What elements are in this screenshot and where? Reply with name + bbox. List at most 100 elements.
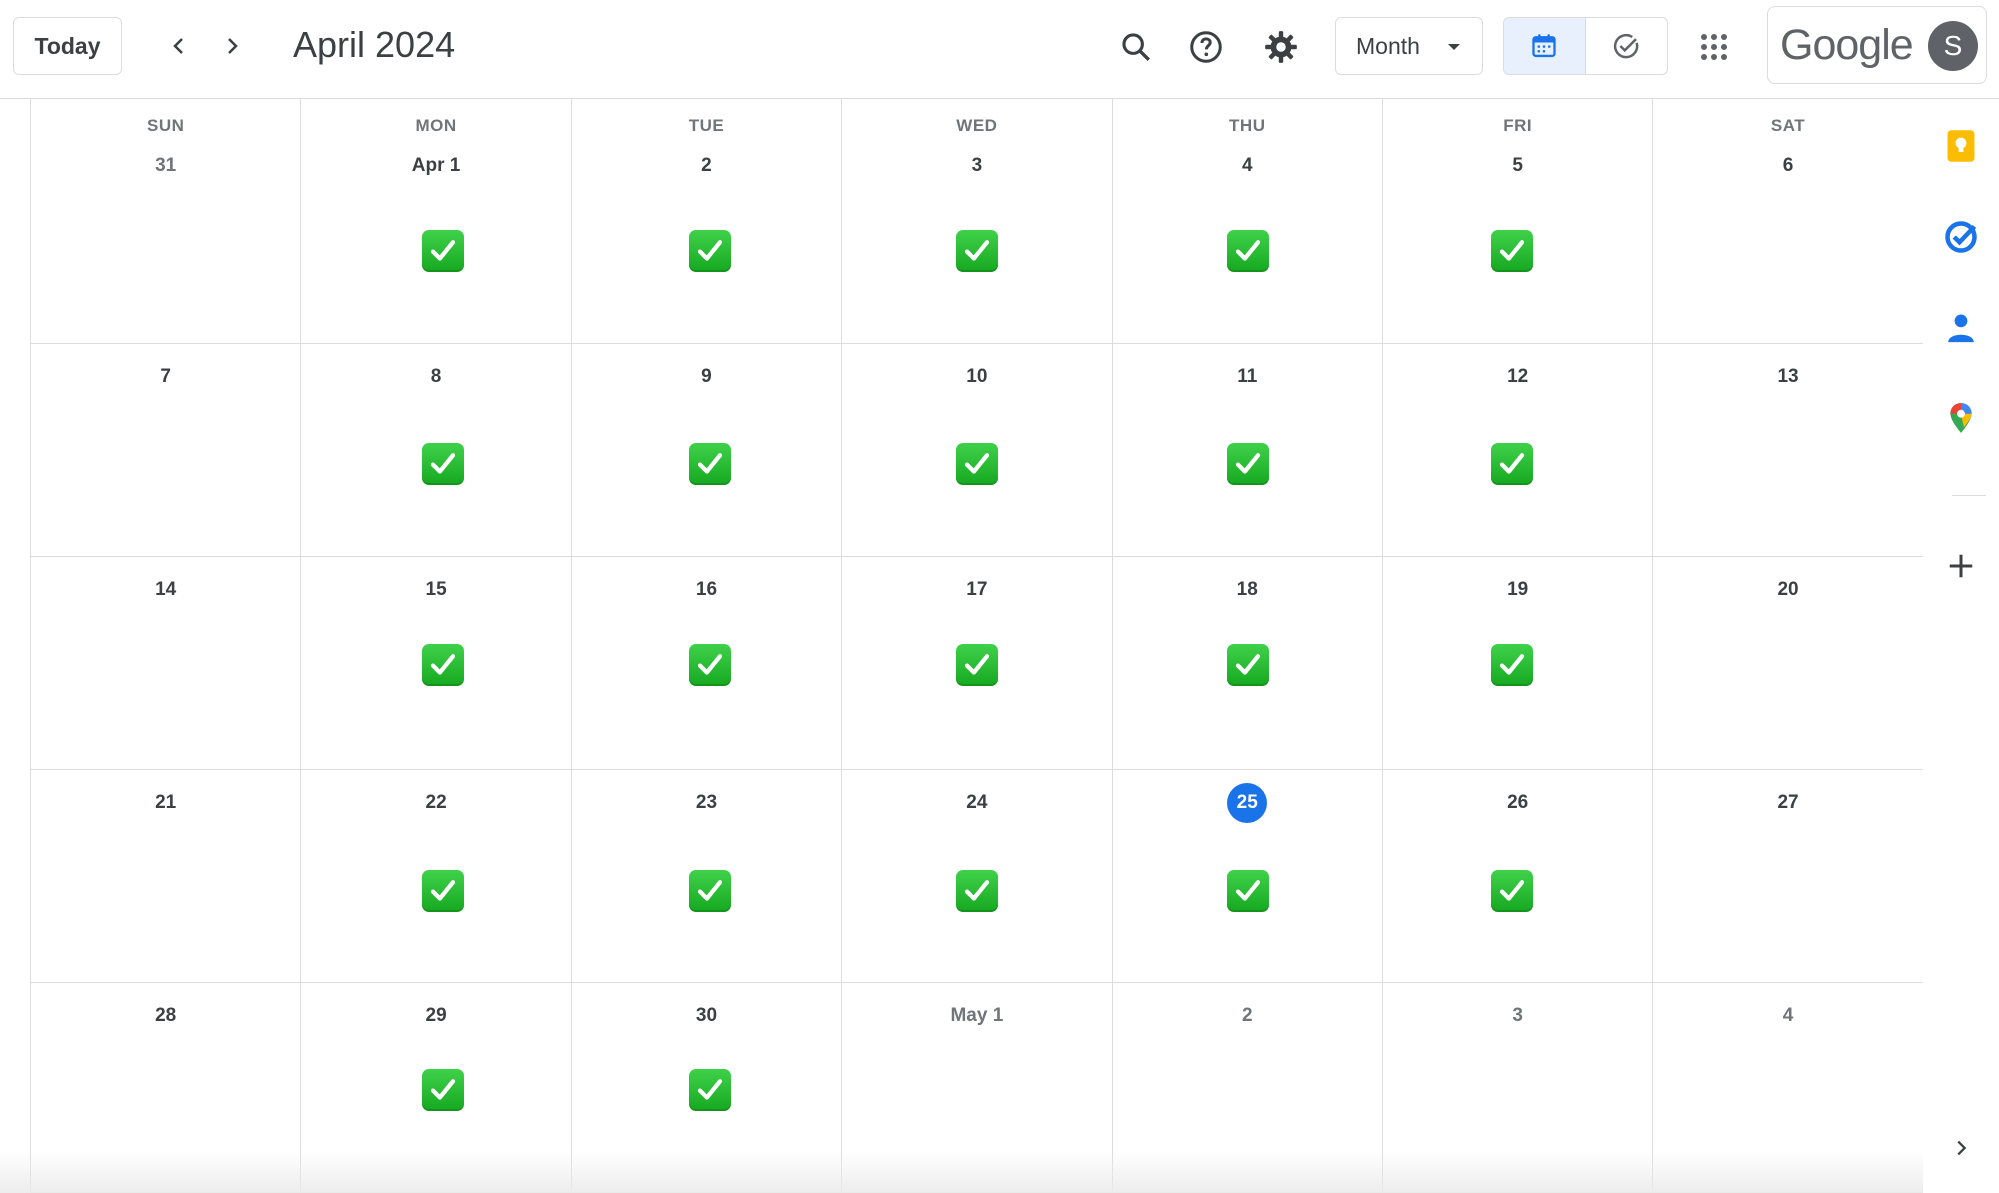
green-check-icon[interactable] [422,644,465,686]
green-check-icon[interactable] [422,1069,465,1111]
day-cell[interactable]: 3 [1383,983,1654,1192]
day-cell[interactable]: 21 [31,770,302,982]
search-button[interactable] [1109,20,1163,74]
day-number[interactable]: 28 [146,996,186,1036]
today-button[interactable]: Today [13,17,122,75]
day-cell[interactable]: FRI 5 [1383,99,1654,343]
green-check-icon[interactable] [1490,230,1533,272]
day-cell[interactable]: TUE 2 [572,99,843,343]
add-addon-button[interactable] [1942,547,1980,585]
day-number[interactable]: 13 [1768,357,1808,397]
day-cell[interactable]: 18 [1113,557,1383,769]
tasks-view-button[interactable] [1586,18,1668,74]
green-check-icon[interactable] [1490,443,1533,485]
green-check-icon[interactable] [1226,870,1269,912]
day-number[interactable]: 11 [1227,357,1267,397]
day-number[interactable]: 12 [1498,357,1538,397]
day-number[interactable]: 17 [957,570,997,610]
day-number[interactable]: 25 [1227,783,1268,823]
green-check-icon[interactable] [1490,644,1533,686]
day-cell[interactable]: 23 [572,770,843,982]
account-area[interactable]: Google S [1767,6,1987,84]
green-check-icon[interactable] [956,644,999,686]
green-check-icon[interactable] [422,870,465,912]
day-cell[interactable]: 12 [1383,344,1654,556]
day-cell[interactable]: 27 [1653,770,1924,982]
day-number[interactable]: 19 [1498,570,1538,610]
green-check-icon[interactable] [688,230,731,272]
day-number[interactable]: 5 [1498,146,1538,186]
day-cell[interactable]: 2 [1113,983,1383,1192]
day-cell[interactable]: 29 [301,983,572,1192]
day-number[interactable]: 20 [1768,570,1808,610]
day-number[interactable]: 30 [686,996,726,1036]
green-check-icon[interactable] [688,870,731,912]
contacts-button[interactable] [1942,309,1980,347]
day-number[interactable]: 8 [416,357,456,397]
green-check-icon[interactable] [1226,443,1269,485]
day-number[interactable]: 18 [1227,570,1267,610]
green-check-icon[interactable] [688,443,731,485]
day-number[interactable]: Apr 1 [412,146,461,186]
settings-button[interactable] [1254,20,1308,74]
day-number[interactable]: 3 [1498,996,1538,1036]
day-number[interactable]: 14 [146,570,186,610]
green-check-icon[interactable] [1490,870,1533,912]
day-number[interactable]: 4 [1768,996,1808,1036]
day-number[interactable]: 7 [146,357,186,397]
day-cell[interactable]: SAT 6 [1653,99,1924,343]
green-check-icon[interactable] [688,644,731,686]
day-cell[interactable]: 16 [572,557,843,769]
day-cell[interactable]: 25 [1113,770,1383,982]
google-apps-button[interactable] [1687,20,1741,74]
day-cell[interactable]: 26 [1383,770,1654,982]
day-cell[interactable]: 10 [842,344,1113,556]
next-month-button[interactable] [208,22,256,70]
green-check-icon[interactable] [1226,230,1269,272]
green-check-icon[interactable] [1226,644,1269,686]
green-check-icon[interactable] [956,443,999,485]
help-button[interactable] [1179,20,1233,74]
view-select[interactable]: Month [1335,17,1483,75]
day-cell[interactable]: 13 [1653,344,1924,556]
maps-button[interactable] [1942,399,1980,437]
day-cell[interactable]: 9 [572,344,843,556]
day-cell[interactable]: THU 4 [1113,99,1383,343]
green-check-icon[interactable] [956,870,999,912]
day-number[interactable]: 21 [146,783,186,823]
day-cell[interactable]: 17 [842,557,1113,769]
day-number[interactable]: 15 [416,570,456,610]
day-number[interactable]: 16 [686,570,726,610]
day-cell[interactable]: MON Apr 1 [301,99,572,343]
day-number[interactable]: 23 [686,783,726,823]
tasks-button[interactable] [1942,218,1980,256]
day-cell[interactable]: May 1 [842,983,1113,1192]
expand-side-panel-button[interactable] [1942,1129,1980,1167]
day-cell[interactable]: 24 [842,770,1113,982]
day-number[interactable]: 2 [686,146,726,186]
day-cell[interactable]: SUN 31 [31,99,302,343]
avatar[interactable]: S [1928,21,1978,71]
day-number[interactable]: May 1 [950,996,1003,1036]
day-cell[interactable]: 15 [301,557,572,769]
day-number[interactable]: 24 [957,783,997,823]
day-cell[interactable]: 30 [572,983,843,1192]
day-cell[interactable]: 28 [31,983,302,1192]
day-number[interactable]: 29 [416,996,456,1036]
previous-month-button[interactable] [155,22,203,70]
green-check-icon[interactable] [422,443,465,485]
calendar-view-button[interactable] [1504,18,1586,74]
day-number[interactable]: 31 [146,146,186,186]
day-cell[interactable]: 11 [1113,344,1383,556]
day-number[interactable]: 3 [957,146,997,186]
day-number[interactable]: 4 [1227,146,1267,186]
green-check-icon[interactable] [956,230,999,272]
green-check-icon[interactable] [688,1069,731,1111]
day-cell[interactable]: 8 [301,344,572,556]
day-cell[interactable]: 14 [31,557,302,769]
day-number[interactable]: 10 [957,357,997,397]
day-cell[interactable]: 22 [301,770,572,982]
day-cell[interactable]: 19 [1383,557,1654,769]
day-number[interactable]: 22 [416,783,456,823]
day-number[interactable]: 6 [1768,146,1808,186]
